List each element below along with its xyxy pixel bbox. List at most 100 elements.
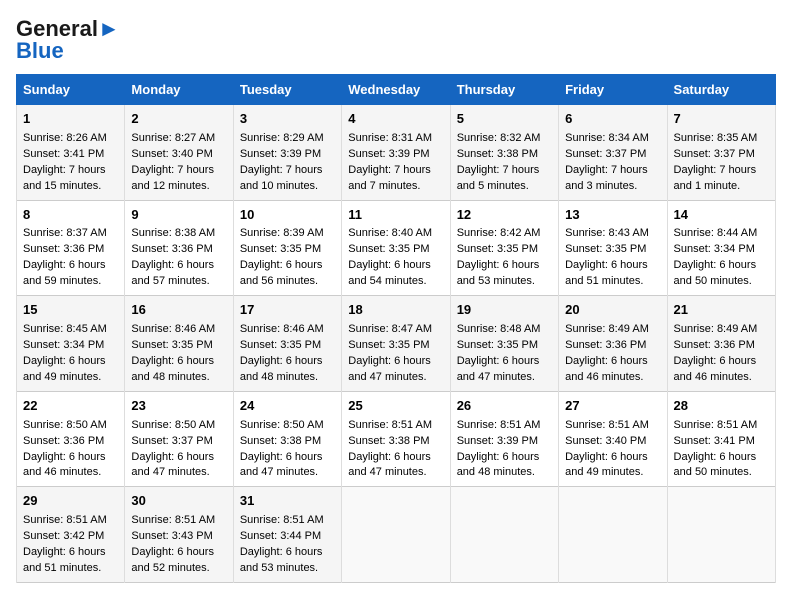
dow-header-friday: Friday xyxy=(559,75,667,105)
sunrise: Sunrise: 8:40 AM xyxy=(348,227,432,239)
day-cell-1: 1Sunrise: 8:26 AMSunset: 3:41 PMDaylight… xyxy=(17,105,125,201)
day-number: 19 xyxy=(457,301,552,320)
daylight: Daylight: 6 hours and 49 minutes. xyxy=(23,355,106,383)
sunset: Sunset: 3:37 PM xyxy=(131,435,212,447)
empty-cell xyxy=(450,487,558,583)
daylight: Daylight: 6 hours and 48 minutes. xyxy=(457,451,540,479)
day-number: 21 xyxy=(674,301,769,320)
daylight: Daylight: 6 hours and 50 minutes. xyxy=(674,259,757,287)
daylight: Daylight: 6 hours and 53 minutes. xyxy=(457,259,540,287)
day-number: 26 xyxy=(457,397,552,416)
day-number: 12 xyxy=(457,206,552,225)
sunrise: Sunrise: 8:50 AM xyxy=(240,419,324,431)
day-number: 3 xyxy=(240,110,335,129)
days-of-week-row: SundayMondayTuesdayWednesdayThursdayFrid… xyxy=(17,75,776,105)
day-cell-24: 24Sunrise: 8:50 AMSunset: 3:38 PMDayligh… xyxy=(233,391,341,487)
day-cell-4: 4Sunrise: 8:31 AMSunset: 3:39 PMDaylight… xyxy=(342,105,450,201)
day-cell-9: 9Sunrise: 8:38 AMSunset: 3:36 PMDaylight… xyxy=(125,200,233,296)
daylight: Daylight: 7 hours and 7 minutes. xyxy=(348,164,431,192)
day-number: 5 xyxy=(457,110,552,129)
daylight: Daylight: 7 hours and 10 minutes. xyxy=(240,164,323,192)
sunrise: Sunrise: 8:31 AM xyxy=(348,132,432,144)
week-row-2: 8Sunrise: 8:37 AMSunset: 3:36 PMDaylight… xyxy=(17,200,776,296)
week-row-4: 22 Sunrise: 8:50 AM Sunset: 3:36 PM Dayligh… xyxy=(17,391,776,487)
day-cell-22: 22Sunrise: 8:50 AMSunset: 3:36 PMDayligh… xyxy=(17,391,125,487)
sunset: Sunset: 3:35 PM xyxy=(131,339,212,351)
dow-header-wednesday: Wednesday xyxy=(342,75,450,105)
sunset: Sunset: 3:38 PM xyxy=(240,435,321,447)
daylight: Daylight: 6 hours and 57 minutes. xyxy=(131,259,214,287)
day-number: 15 xyxy=(23,301,118,320)
day-cell-14: 14Sunrise: 8:44 AMSunset: 3:34 PMDayligh… xyxy=(667,200,775,296)
sunset: Sunset: 3:35 PM xyxy=(457,339,538,351)
sunrise: Sunrise: 8:27 AM xyxy=(131,132,215,144)
sunset: Sunset: 3:43 PM xyxy=(131,530,212,542)
sunrise: Sunrise: 8:47 AM xyxy=(348,323,432,335)
daylight: Daylight: 7 hours and 1 minute. xyxy=(674,164,757,192)
day-cell-10: 10Sunrise: 8:39 AMSunset: 3:35 PMDayligh… xyxy=(233,200,341,296)
day-number: 24 xyxy=(240,397,335,416)
daylight: Daylight: 6 hours and 47 minutes. xyxy=(131,451,214,479)
sunset: Sunset: 3:37 PM xyxy=(565,148,646,160)
day-cell-11: 11Sunrise: 8:40 AMSunset: 3:35 PMDayligh… xyxy=(342,200,450,296)
day-number: 20 xyxy=(565,301,660,320)
day-number: 9 xyxy=(131,206,226,225)
sunset: Sunset: 3:35 PM xyxy=(240,339,321,351)
sunrise: Sunrise: 8:29 AM xyxy=(240,132,324,144)
day-cell-30: 30Sunrise: 8:51 AMSunset: 3:43 PMDayligh… xyxy=(125,487,233,583)
empty-cell xyxy=(342,487,450,583)
day-cell-17: 17Sunrise: 8:46 AMSunset: 3:35 PMDayligh… xyxy=(233,296,341,392)
sunset: Sunset: 3:35 PM xyxy=(348,243,429,255)
daylight: Daylight: 7 hours and 5 minutes. xyxy=(457,164,540,192)
day-cell-19: 19Sunrise: 8:48 AMSunset: 3:35 PMDayligh… xyxy=(450,296,558,392)
day-cell-27: 27Sunrise: 8:51 AMSunset: 3:40 PMDayligh… xyxy=(559,391,667,487)
day-cell-31: 31Sunrise: 8:51 AMSunset: 3:44 PMDayligh… xyxy=(233,487,341,583)
calendar-table: SundayMondayTuesdayWednesdayThursdayFrid… xyxy=(16,74,776,583)
daylight: Daylight: 6 hours and 59 minutes. xyxy=(23,259,106,287)
daylight: Daylight: 6 hours and 53 minutes. xyxy=(240,546,323,574)
daylight: Daylight: 6 hours and 50 minutes. xyxy=(674,451,757,479)
day-cell-25: 25Sunrise: 8:51 AMSunset: 3:38 PMDayligh… xyxy=(342,391,450,487)
day-cell-28: 28Sunrise: 8:51 AMSunset: 3:41 PMDayligh… xyxy=(667,391,775,487)
day-number: 31 xyxy=(240,492,335,511)
daylight: Daylight: 6 hours and 48 minutes. xyxy=(131,355,214,383)
sunset: Sunset: 3:40 PM xyxy=(565,435,646,447)
day-number: 30 xyxy=(131,492,226,511)
day-number: 6 xyxy=(565,110,660,129)
day-number: 18 xyxy=(348,301,443,320)
sunset: Sunset: 3:39 PM xyxy=(240,148,321,160)
week-row-1: 1Sunrise: 8:26 AMSunset: 3:41 PMDaylight… xyxy=(17,105,776,201)
day-cell-20: 20Sunrise: 8:49 AMSunset: 3:36 PMDayligh… xyxy=(559,296,667,392)
empty-cell xyxy=(667,487,775,583)
sunrise: Sunrise: 8:51 AM xyxy=(348,419,432,431)
daylight: Daylight: 6 hours and 48 minutes. xyxy=(240,355,323,383)
sunrise: Sunrise: 8:51 AM xyxy=(131,514,215,526)
day-number: 8 xyxy=(23,206,118,225)
sunrise: Sunrise: 8:42 AM xyxy=(457,227,541,239)
sunset: Sunset: 3:35 PM xyxy=(457,243,538,255)
sunset: Sunset: 3:37 PM xyxy=(674,148,755,160)
sunrise: Sunrise: 8:26 AM xyxy=(23,132,107,144)
day-number: 4 xyxy=(348,110,443,129)
sunset: Sunset: 3:35 PM xyxy=(565,243,646,255)
day-cell-12: 12 Sunrise: 8:42 AM Sunset: 3:35 PM Dayligh… xyxy=(450,200,558,296)
day-cell-16: 16 Sunrise: 8:46 AM Sunset: 3:35 PM Dayligh… xyxy=(125,296,233,392)
day-cell-7: 7Sunrise: 8:35 AMSunset: 3:37 PMDaylight… xyxy=(667,105,775,201)
day-number: 22 xyxy=(23,397,118,416)
daylight: Daylight: 6 hours and 54 minutes. xyxy=(348,259,431,287)
sunrise: Sunrise: 8:46 AM xyxy=(131,323,215,335)
daylight: Daylight: 6 hours and 46 minutes. xyxy=(674,355,757,383)
day-cell-3: 3 Sunrise: 8:29 AM Sunset: 3:39 PM Daylight… xyxy=(233,105,341,201)
sunset: Sunset: 3:36 PM xyxy=(674,339,755,351)
sunset: Sunset: 3:36 PM xyxy=(23,435,104,447)
sunset: Sunset: 3:41 PM xyxy=(23,148,104,160)
day-number: 28 xyxy=(674,397,769,416)
day-number: 29 xyxy=(23,492,118,511)
logo: General► Blue xyxy=(16,16,120,64)
day-cell-29: 29Sunrise: 8:51 AMSunset: 3:42 PMDayligh… xyxy=(17,487,125,583)
daylight: Daylight: 7 hours and 12 minutes. xyxy=(131,164,214,192)
day-cell-8: 8Sunrise: 8:37 AMSunset: 3:36 PMDaylight… xyxy=(17,200,125,296)
sunset: Sunset: 3:36 PM xyxy=(23,243,104,255)
calendar-body: 1Sunrise: 8:26 AMSunset: 3:41 PMDaylight… xyxy=(17,105,776,583)
day-number: 16 xyxy=(131,301,226,320)
